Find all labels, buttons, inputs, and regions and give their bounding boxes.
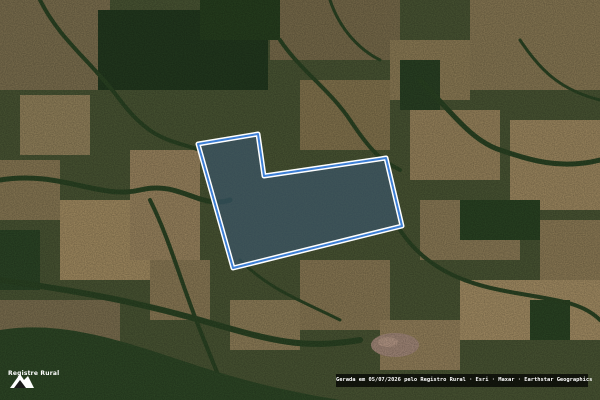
satellite-imagery	[0, 0, 600, 400]
brand-logo: Registre Rural	[8, 370, 59, 388]
satellite-map[interactable]: Registre Rural Gerada em 05/07/2026 pelo…	[0, 0, 600, 400]
registro-rural-logo-icon	[10, 374, 34, 388]
map-attribution: Gerada em 05/07/2026 pelo Registro Rural…	[336, 374, 592, 387]
